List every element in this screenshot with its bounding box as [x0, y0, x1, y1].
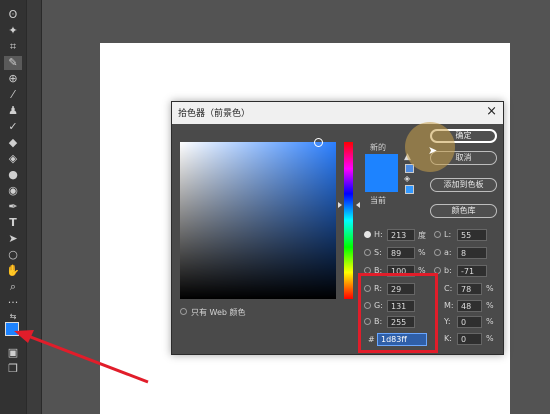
arrow-head [14, 330, 34, 343]
arrow-shaft [27, 334, 149, 384]
red-arrow [14, 330, 149, 384]
